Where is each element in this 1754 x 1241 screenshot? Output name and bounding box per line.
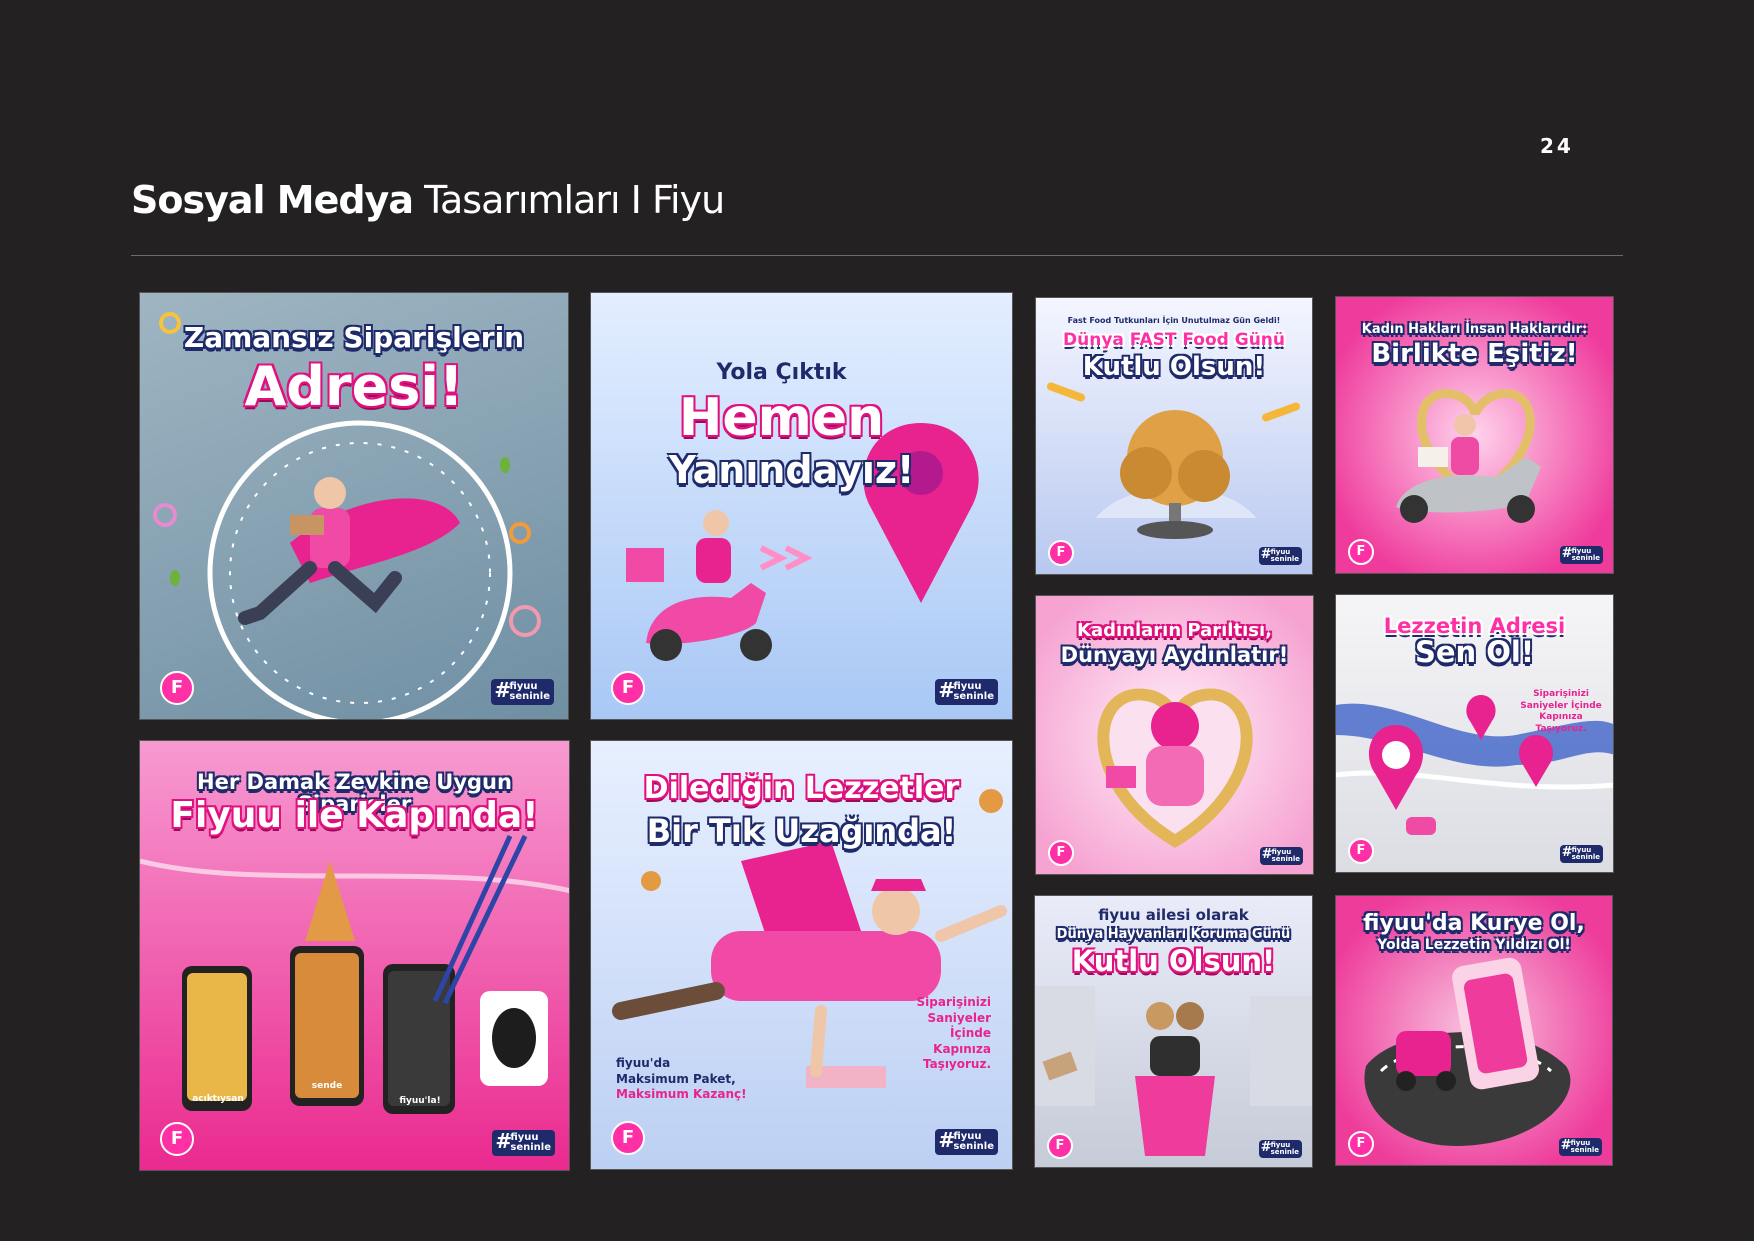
post-kurye-ol[interactable]: fiyuu'da Kurye Ol, Yolda Lezzetin Yıldız… [1335,895,1613,1166]
hashtag-symbol: # [1260,1140,1272,1155]
page-title-bold: Sosyal Medya [131,178,414,222]
post-headline-small: fiyuu ailesi olarak [1098,906,1249,924]
post-headline-small: Kadın Hakları İnsan Haklarıdır: [1361,322,1588,337]
fiyuu-seninle-badge: # fiyuu seninle [491,679,554,705]
left-note-line-2: Maksimum Paket, [616,1071,736,1086]
fiyuu-logo: F [160,1122,194,1156]
fiyuu-logo: F [1047,1133,1073,1159]
post-kadinlarin-parıltısı[interactable]: Kadınların Parıltısı, Dünyayı Aydınlatır… [1035,595,1314,875]
hashtag-symbol: # [1560,1138,1572,1153]
post-headline-small: Yola Çıktık [716,360,847,385]
post-headline-large: Adresi! [244,355,464,418]
fiyuu-seninle-badge: # fiyuu seninle [1558,1138,1602,1156]
hashtag-symbol: # [1561,845,1573,860]
post-birlikte-esitiz[interactable]: Kadın Hakları İnsan Haklarıdır: Birlikte… [1335,296,1614,574]
post-headline-large: Fiyuu ile Kapında! [170,795,539,836]
post-headline-small: Lezzetin Adresi [1383,614,1566,638]
scooter-and-pin-illustration [626,423,979,661]
hashtag-symbol: # [494,678,512,702]
post-headline-small: Dünya FAST Food Günü [1063,330,1285,350]
post-headline-small: Dilediğin Lezzetler [643,771,960,806]
post-headline-large: fiyuu'da Kurye Ol, [1363,911,1585,936]
fiyuu-logo: F [1348,838,1374,864]
post-top-caption: Fast Food Tutkunları İçin Unutulmaz Gün … [1067,316,1281,325]
phone-label-3: fiyuu'la! [399,1096,441,1106]
page-title-light: Tasarımları I Fiyu [424,178,725,222]
fiyuu-seninle-badge: # fiyuu seninle [935,679,998,705]
fiyuu-seninle-badge: # fiyuu seninle [935,1129,998,1155]
badge-line-2: seninle [1270,555,1299,563]
post-fast-food-gunu[interactable]: Fast Food Tutkunları İçin Unutulmaz Gün … [1035,297,1313,575]
post-headline-small: Yolda Lezzetin Yıldızı Ol! [1377,937,1571,953]
fiyuu-logo: F [1348,1131,1374,1157]
badge-line-2: seninle [1571,853,1600,861]
post-headline-large: Kutlu Olsun! [1071,944,1276,978]
post-headline-large: Dünyayı Aydınlatır! [1060,643,1289,667]
hashtag-symbol: # [1260,547,1272,562]
post-headline-large: Bir Tık Uzağında! [646,812,957,850]
post-note: Siparişinizi Saniyeler İçinde Kapınıza T… [1520,689,1602,735]
badge-line-2: seninle [1271,855,1300,863]
left-note-line-1: fiyuu'da [616,1056,671,1070]
post-headline-large: Sen Ol! [1414,635,1535,669]
post-yola-ciktik[interactable]: Yola Çıktık Hemen Yanındayız! F # fiyuu … [590,292,1013,720]
hashtag-symbol: # [938,678,956,702]
fiyuu-seninle-badge: # fiyuu seninle [492,1130,555,1156]
fiyuu-seninle-badge: # fiyuu seninle [1258,547,1302,565]
post-zamansiz-siparisler[interactable]: Zamansız Siparişlerin Adresi! F # fiyuu … [139,292,569,720]
fiyuu-seninle-badge: # fiyuu seninle [1559,845,1603,863]
badge-line-2: seninle [953,1141,994,1152]
post-headline-medium: Yanındayız! [668,448,915,492]
badge-line-2: seninle [953,691,994,702]
post-hayvanlari-koruma-gunu[interactable]: fiyuu ailesi olarak Dünya Hayvanları Kor… [1034,895,1313,1168]
post-headline-medium: Dünya Hayvanları Koruma Günü [1056,927,1291,942]
hashtag-symbol: # [1261,847,1273,862]
fiyuu-seninle-badge: # fiyuu seninle [1258,1140,1302,1158]
left-note-line-3: Maksimum Kazanç! [616,1087,747,1102]
fiyuu-seninle-badge: # fiyuu seninle [1559,546,1603,564]
badge-line-2: seninle [509,691,550,702]
page-number: 24 [1540,134,1574,158]
fiyuu-logo: F [611,1121,645,1155]
hashtag-symbol: # [938,1128,956,1152]
fiyuu-seninle-badge: # fiyuu seninle [1259,847,1303,865]
right-note: Siparişinizi Saniyeler İçinde Kapınıza T… [916,995,991,1072]
hashtag-symbol: # [495,1129,513,1153]
post-headline-large: Kutlu Olsun! [1082,352,1266,382]
post-dilediğin-lezzetler[interactable]: Dilediğin Lezzetler Bir Tık Uzağında! fi… [590,740,1013,1170]
phone-label-1: acıktıysan [192,1094,244,1104]
badge-line-2: seninle [1570,1146,1599,1154]
left-note: fiyuu'da Maksimum Paket, Maksimum Kazanç… [616,1056,747,1103]
hashtag-symbol: # [1561,546,1573,561]
fiyuu-logo: F [160,671,194,705]
post-headline-large: Hemen [678,388,885,448]
post-headline-small: Zamansız Siparişlerin [183,321,525,354]
post-headline-large: Birlikte Eşitiz! [1371,339,1578,369]
badge-line-2: seninle [1571,554,1600,562]
title-divider [131,255,1623,256]
post-fiyuu-ile-kapinda[interactable]: Her Damak Zevkine Uygun Siparişler Fiyuu… [139,740,570,1171]
post-headline-small: Kadınların Parıltısı, [1077,620,1272,641]
fiyuu-logo: F [611,671,645,705]
fiyuu-logo: F [1048,840,1074,866]
fiyuu-logo: F [1348,539,1374,565]
badge-line-2: seninle [510,1142,551,1153]
post-lezzetin-adresi[interactable]: Lezzetin Adresi Sen Ol! Siparişinizi San… [1335,594,1614,873]
badge-line-2: seninle [1270,1148,1299,1156]
phone-label-2: sende [311,1081,343,1091]
page-title: Sosyal Medya Tasarımları I Fiyu [131,178,725,222]
fiyuu-logo: F [1048,540,1074,566]
